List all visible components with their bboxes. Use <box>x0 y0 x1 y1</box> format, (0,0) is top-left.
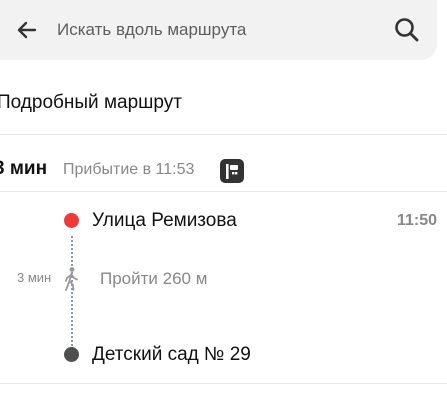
arrow-left-icon <box>17 21 37 39</box>
route-summary: 3 мин Прибытие в 11:53 <box>0 156 447 186</box>
start-stop-dot <box>64 213 79 228</box>
search-icon <box>395 18 419 42</box>
walk-distance: Пройти 260 м <box>100 269 208 288</box>
search-button[interactable] <box>392 15 422 45</box>
walking-person-icon <box>62 266 80 292</box>
walk-duration: 3 мин <box>17 270 52 285</box>
divider <box>0 134 447 135</box>
end-stop-name[interactable]: Детский сад № 29 <box>92 344 251 366</box>
page-title: Подробный маршрут <box>0 92 182 113</box>
start-stop-time: 11:50 <box>396 212 437 229</box>
start-stop-name[interactable]: Улица Ремизова <box>92 210 237 232</box>
route-duration: 3 мин <box>0 158 48 179</box>
end-stop-dot <box>64 347 79 362</box>
search-bar <box>0 0 437 60</box>
arrival-time: Прибытие в 11:53 <box>63 161 195 178</box>
transit-stop-icon <box>220 159 244 183</box>
search-input[interactable] <box>57 18 377 42</box>
back-button[interactable] <box>14 17 40 43</box>
divider <box>0 383 447 384</box>
divider <box>0 191 447 192</box>
